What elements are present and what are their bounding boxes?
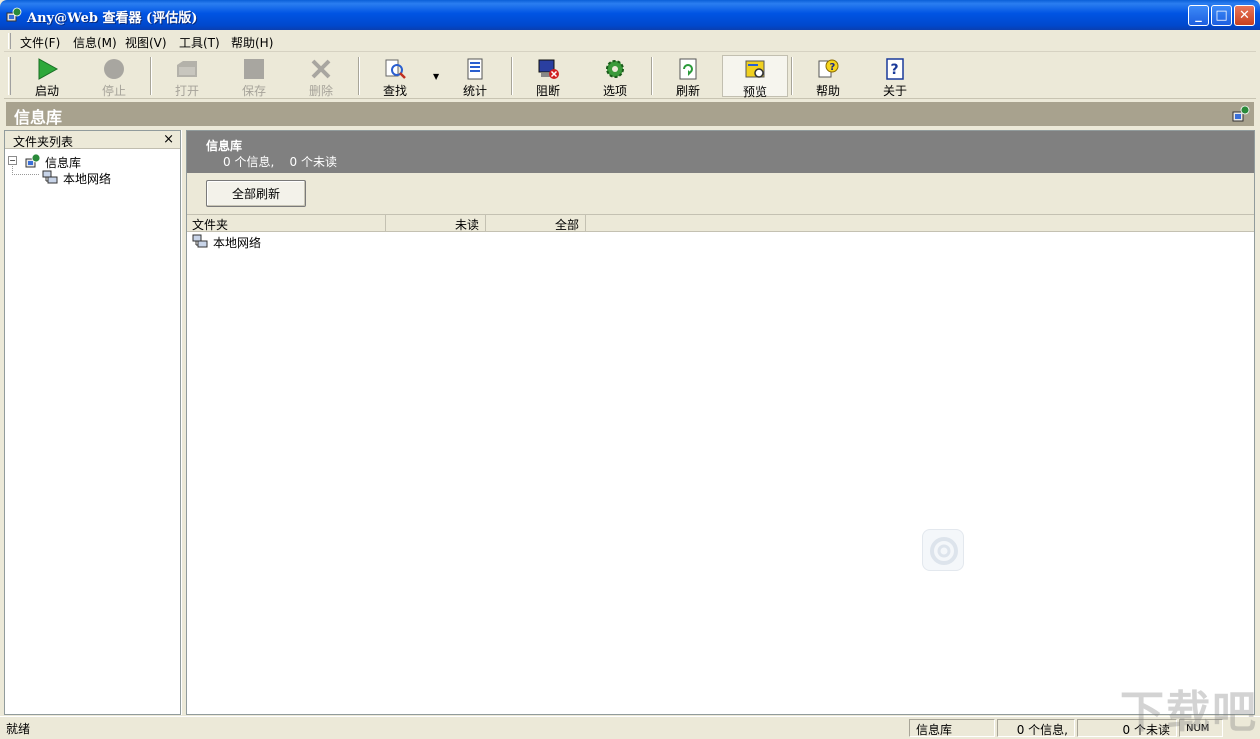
status-text: 就绪 bbox=[6, 722, 31, 736]
maximize-button[interactable]: □ bbox=[1211, 5, 1232, 26]
title-bar[interactable]: Any@Web 查看器 (评估版) _ □ ✕ bbox=[0, 0, 1260, 30]
tree-item-local-network[interactable]: 本地网络 bbox=[25, 169, 175, 186]
toolbar-separator bbox=[358, 57, 360, 95]
toolbar: 启动 停止 打开 保存 删除 查找 ▼ 统计 阻断 选项 刷新 预览 ? 帮助 … bbox=[4, 53, 1256, 99]
menu-file[interactable]: 文件(F) bbox=[20, 34, 60, 51]
find-magnifier-icon bbox=[385, 59, 406, 79]
database-icon bbox=[1232, 105, 1250, 122]
help-label: 帮助 bbox=[815, 84, 840, 98]
info-actions-bar: 全部刷新 bbox=[187, 173, 1254, 215]
menubar-grip[interactable] bbox=[8, 33, 11, 49]
options-button[interactable]: 选项 bbox=[582, 55, 648, 98]
stop-icon bbox=[104, 59, 124, 79]
block-label: 阻断 bbox=[535, 84, 560, 98]
stop-button[interactable]: 停止 bbox=[81, 55, 147, 98]
play-icon bbox=[38, 58, 59, 80]
close-button[interactable]: ✕ bbox=[1234, 5, 1255, 26]
tree-item-label: 本地网络 bbox=[63, 172, 112, 186]
toolbar-separator bbox=[511, 57, 513, 95]
toolbar-separator bbox=[150, 57, 152, 95]
network-computers-icon bbox=[42, 170, 58, 184]
network-computers-icon bbox=[192, 234, 208, 248]
row-folder-name: 本地网络 bbox=[213, 236, 262, 250]
stop-label: 停止 bbox=[101, 84, 126, 98]
toolbar-grip[interactable] bbox=[8, 57, 11, 95]
toolbar-separator bbox=[791, 57, 793, 95]
tree-connector bbox=[12, 166, 40, 175]
refresh-button[interactable]: 刷新 bbox=[655, 55, 721, 98]
section-header: 信息库 bbox=[6, 102, 1254, 127]
column-unread[interactable]: 未读 bbox=[386, 215, 486, 232]
folder-list-close-icon[interactable]: × bbox=[163, 132, 174, 147]
start-button[interactable]: 启动 bbox=[14, 55, 80, 98]
menu-bar: 文件(F) 信息(M) 视图(V) 工具(T) 帮助(H) bbox=[4, 30, 1256, 52]
delete-x-icon bbox=[311, 59, 331, 79]
find-label: 查找 bbox=[382, 84, 407, 98]
info-counts: 0 个信息, 0 个未读 bbox=[223, 155, 337, 169]
refresh-all-button[interactable]: 全部刷新 bbox=[206, 180, 306, 207]
about-button[interactable]: ? 关于 bbox=[862, 55, 928, 98]
watermark-logo-icon bbox=[922, 529, 964, 571]
block-button[interactable]: 阻断 bbox=[515, 55, 581, 98]
save-label: 保存 bbox=[241, 84, 266, 98]
preview-icon bbox=[745, 60, 765, 78]
table-row[interactable]: 本地网络 bbox=[191, 233, 491, 251]
status-messages: 0 个信息, bbox=[997, 719, 1075, 737]
preview-label: 预览 bbox=[742, 85, 767, 99]
toolbar-separator bbox=[651, 57, 653, 95]
refresh-icon bbox=[679, 58, 697, 80]
menu-tools[interactable]: 工具(T) bbox=[179, 34, 220, 51]
help-button[interactable]: ? 帮助 bbox=[795, 55, 861, 98]
folder-list-header: 文件夹列表 × bbox=[5, 131, 180, 149]
app-icon bbox=[6, 7, 22, 22]
block-computer-icon bbox=[538, 59, 559, 79]
open-label: 打开 bbox=[174, 84, 199, 98]
stats-button[interactable]: 统计 bbox=[442, 55, 508, 98]
minimize-button[interactable]: _ bbox=[1188, 5, 1209, 26]
stats-sheet-icon bbox=[467, 58, 483, 80]
open-folder-icon bbox=[177, 61, 197, 77]
column-total[interactable]: 全部 bbox=[486, 215, 586, 232]
find-button[interactable]: 查找 bbox=[362, 55, 428, 98]
save-button[interactable]: 保存 bbox=[221, 55, 287, 98]
svg-text:?: ? bbox=[891, 62, 899, 78]
delete-label: 删除 bbox=[308, 84, 333, 98]
find-dropdown-arrow-icon[interactable]: ▼ bbox=[433, 72, 439, 81]
window-title: Any@Web 查看器 (评估版) bbox=[27, 11, 198, 26]
folder-list-title: 文件夹列表 bbox=[13, 135, 74, 149]
svg-text:?: ? bbox=[830, 62, 836, 73]
tree-collapse-icon[interactable]: − bbox=[8, 156, 17, 165]
refresh-label: 刷新 bbox=[675, 84, 700, 98]
status-database: 信息库 bbox=[909, 719, 995, 737]
help-question-icon: ? bbox=[818, 59, 839, 78]
options-label: 选项 bbox=[602, 84, 627, 98]
info-header: 信息库 0 个信息, 0 个未读 bbox=[187, 131, 1254, 173]
site-watermark: 下载吧 bbox=[1120, 687, 1258, 738]
section-title: 信息库 bbox=[14, 108, 63, 127]
menu-help[interactable]: 帮助(H) bbox=[231, 34, 273, 51]
about-question-icon: ? bbox=[886, 58, 904, 80]
column-folder[interactable]: 文件夹 bbox=[187, 215, 386, 232]
start-label: 启动 bbox=[34, 84, 59, 98]
info-title: 信息库 bbox=[206, 139, 243, 153]
menu-message[interactable]: 信息(M) bbox=[73, 34, 117, 51]
folder-list-pane: 文件夹列表 × − 信息库 本地网络 bbox=[4, 130, 181, 715]
status-bar: 就绪 信息库 0 个信息, 0 个未读 NUM bbox=[0, 716, 1260, 739]
delete-button[interactable]: 删除 bbox=[288, 55, 354, 98]
save-icon bbox=[244, 59, 264, 79]
menu-view[interactable]: 视图(V) bbox=[125, 34, 167, 51]
content-pane: 信息库 0 个信息, 0 个未读 全部刷新 文件夹 未读 全部 本地网络 bbox=[186, 130, 1255, 715]
preview-button[interactable]: 预览 bbox=[722, 55, 788, 99]
about-label: 关于 bbox=[882, 84, 907, 98]
options-gear-icon bbox=[606, 60, 624, 78]
open-button[interactable]: 打开 bbox=[154, 55, 220, 98]
folder-table-header: 文件夹 未读 全部 bbox=[187, 215, 1254, 232]
stats-label: 统计 bbox=[462, 84, 487, 98]
